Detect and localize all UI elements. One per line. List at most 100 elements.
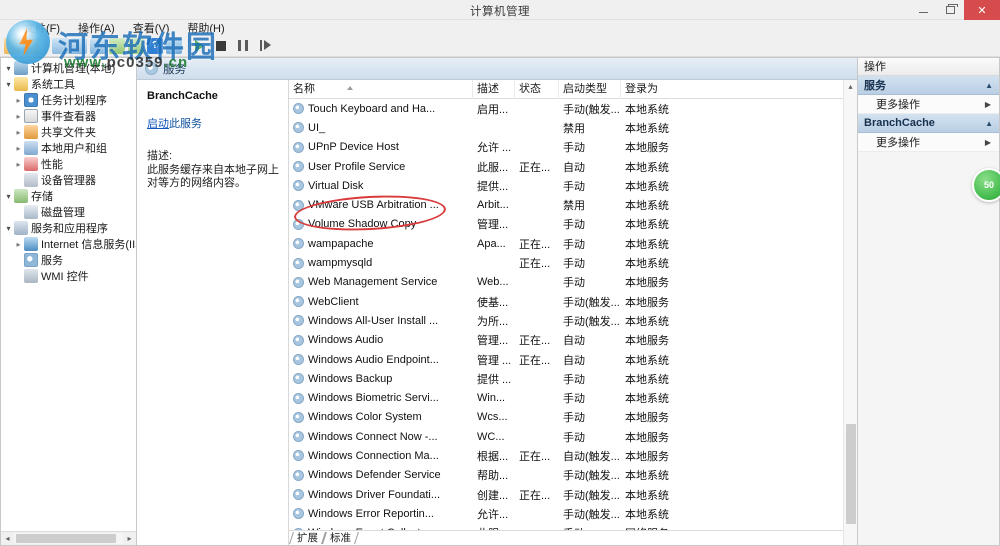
tree-scroll-thumb[interactable] (16, 534, 116, 543)
chevron-up-icon[interactable]: ▲ (985, 119, 993, 128)
expand-arrow-icon[interactable]: ▾ (3, 192, 14, 201)
table-row[interactable]: WebClient 使基... 手动(触发... 本地服务 (289, 292, 843, 311)
table-row[interactable]: Windows Audio Endpoint... 管理 ... 正在... 自动 本地… (289, 350, 843, 369)
tree-node-iis[interactable]: ▸ Internet 信息服务(IIS)管 (3, 236, 136, 252)
tree-node-task-scheduler[interactable]: ▸ 任务计划程序 (3, 92, 136, 108)
table-row[interactable]: Windows Connect Now -... WC... 手动 本地服务 (289, 427, 843, 446)
column-header-status[interactable]: 状态 (515, 79, 559, 99)
service-icon (293, 199, 304, 211)
tree-node-label: 磁盘管理 (41, 207, 85, 219)
main-body: ▾ 计算机管理(本地) ▾ 系统工具 ▸ 任务计划程序 ▸ 事件查看器 ▸ 共享… (0, 57, 1000, 546)
table-row[interactable]: Windows Biometric Servi... Win... 手动 本地系统 (289, 388, 843, 407)
cell-desc: Wcs... (477, 411, 508, 424)
pause-service-icon[interactable] (238, 40, 248, 51)
event-icon (24, 109, 38, 123)
tree-node-storage[interactable]: ▾ 存储 (3, 188, 136, 204)
services-vertical-scrollbar[interactable]: ▴ (843, 80, 857, 545)
expand-arrow-icon[interactable]: ▾ (3, 224, 14, 233)
services-apps-icon (14, 221, 28, 235)
scroll-up-arrow-icon[interactable]: ▴ (844, 80, 858, 94)
tree-node-device-manager[interactable]: 设备管理器 (3, 172, 136, 188)
table-row[interactable]: Virtual Disk 提供... 手动 本地系统 (289, 176, 843, 195)
table-row[interactable]: UI_ 禁用 本地系统 (289, 118, 843, 137)
column-header-log-on-as[interactable]: 登录为 (621, 80, 811, 99)
table-row[interactable]: User Profile Service 此服... 正在... 自动 本地系统 (289, 157, 843, 176)
cell-state: 正在... (519, 335, 551, 348)
start-service-link[interactable]: 启动 (147, 118, 169, 130)
tree-node-system-tools[interactable]: ▾ 系统工具 (3, 76, 136, 92)
table-row[interactable]: Windows Color System Wcs... 手动 本地服务 (289, 408, 843, 427)
table-row[interactable]: VMware USB Arbitration ... Arbit... 禁用 本地系统 (289, 195, 843, 214)
tree-scroll-track[interactable] (14, 533, 123, 544)
actions-pane: 操作 服务 ▲ 更多操作 ▶ BranchCache ▲ 更多操作 ▶ (858, 57, 1000, 546)
window-title: 计算机管理 (470, 6, 530, 18)
table-row[interactable]: Windows Event Collector 此服... 手动网络服务 (289, 524, 843, 530)
collapse-arrow-icon[interactable]: ▸ (13, 240, 24, 249)
close-button[interactable]: ✕ (964, 0, 1000, 20)
collapse-arrow-icon[interactable]: ▸ (13, 160, 24, 169)
users-icon (24, 141, 38, 155)
tree-node-shared-folders[interactable]: ▸ 共享文件夹 (3, 124, 136, 140)
collapse-arrow-icon[interactable]: ▸ (13, 144, 24, 153)
table-row[interactable]: UPnP Device Host 允许 ... 手动 本地服务 (289, 138, 843, 157)
actions-group-branchcache-header[interactable]: BranchCache ▲ (858, 114, 999, 133)
service-icon (293, 103, 304, 115)
service-icon (293, 411, 304, 423)
tree-node-event-viewer[interactable]: ▸ 事件查看器 (3, 108, 136, 124)
wmi-icon (24, 269, 38, 283)
restart-service-icon[interactable] (260, 40, 272, 51)
tree-node-wmi-control[interactable]: WMI 控件 (3, 268, 136, 284)
tree-horizontal-scrollbar[interactable]: ◂ ▸ (1, 531, 136, 545)
cell-startup: 手动 (563, 180, 585, 193)
tree-node-label: 本地用户和组 (41, 143, 107, 155)
tree-node-disk-management[interactable]: 磁盘管理 (3, 204, 136, 220)
table-row[interactable]: Volume Shadow Copy 管理... 手动 本地系统 (289, 215, 843, 234)
scroll-right-arrow-icon[interactable]: ▸ (123, 534, 136, 543)
scroll-left-arrow-icon[interactable]: ◂ (1, 534, 14, 543)
tree-node-services-applications[interactable]: ▾ 服务和应用程序 (3, 220, 136, 236)
table-row[interactable]: Web Management Service Web... 手动 本地服务 (289, 273, 843, 292)
services-scroll-track[interactable] (844, 94, 858, 545)
table-row[interactable]: Touch Keyboard and Ha... 启用... 手动(触发... 本地系… (289, 99, 843, 118)
action-more-actions-branchcache[interactable]: 更多操作 ▶ (858, 133, 999, 152)
cell-desc: 允许 ... (477, 142, 512, 155)
column-header-description[interactable]: 描述 (473, 79, 515, 99)
cell-startup: 手动 (563, 412, 585, 425)
tree-node-services[interactable]: 服务 (3, 252, 136, 268)
expand-arrow-icon[interactable]: ▾ (3, 80, 14, 89)
table-row[interactable]: wampmysqld 正在... 手动 本地系统 (289, 253, 843, 272)
tab-extended[interactable]: 扩展 (291, 531, 324, 545)
tree-node-performance[interactable]: ▸ 性能 (3, 156, 136, 172)
cell-logon: 本地服务 (625, 335, 669, 348)
tab-standard[interactable]: 标准 (324, 531, 357, 545)
service-icon (293, 218, 304, 230)
status-badge: 50 (972, 168, 1000, 202)
restore-button[interactable] (937, 0, 964, 20)
table-row[interactable]: Windows Connection Ma... 根据... 正在... 自动(触发.… (289, 446, 843, 465)
services-list-header: 名称 描述 状态 启动类型 登录为 (289, 79, 843, 99)
table-row[interactable]: Windows Driver Foundati... 创建... 正在... 手动(触… (289, 485, 843, 504)
table-row[interactable]: Windows Backup 提供 ... 手动 本地系统 (289, 369, 843, 388)
cell-logon: 本地系统 (625, 508, 669, 521)
column-header-name[interactable]: 名称 (289, 79, 473, 99)
actions-group-services-header[interactable]: 服务 ▲ (858, 76, 999, 95)
table-row[interactable]: Windows Error Reportin... 允许... 手动(触发... 本地… (289, 504, 843, 523)
watermark-url-domain: pc0359 (106, 54, 164, 71)
chevron-up-icon[interactable]: ▲ (985, 81, 993, 90)
service-name-label: wampmysqld (308, 257, 373, 270)
collapse-arrow-icon[interactable]: ▸ (13, 96, 24, 105)
cell-logon: 本地系统 (625, 373, 669, 386)
collapse-arrow-icon[interactable]: ▸ (13, 112, 24, 121)
services-scroll-thumb[interactable] (845, 424, 856, 524)
collapse-arrow-icon[interactable]: ▸ (13, 128, 24, 137)
table-row[interactable]: Windows Defender Service 帮助... 手动(触发... 本地系… (289, 466, 843, 485)
action-more-actions-services[interactable]: 更多操作 ▶ (858, 95, 999, 114)
tree-node-local-users-groups[interactable]: ▸ 本地用户和组 (3, 140, 136, 156)
table-row[interactable]: Windows Audio 管理... 正在... 自动 本地服务 (289, 331, 843, 350)
column-header-startup-type[interactable]: 启动类型 (559, 79, 621, 99)
expand-arrow-icon[interactable]: ▾ (3, 64, 14, 73)
minimize-button[interactable] (910, 0, 937, 20)
table-row[interactable]: wampapache Apa... 正在... 手动 本地系统 (289, 234, 843, 253)
table-row[interactable]: Windows All-User Install ... 为所... 手动(触发..… (289, 311, 843, 330)
computer-management-window: 计算机管理 ✕ 文件(F) 操作(A) 查看(V) 帮助(H) ? (0, 0, 1000, 546)
